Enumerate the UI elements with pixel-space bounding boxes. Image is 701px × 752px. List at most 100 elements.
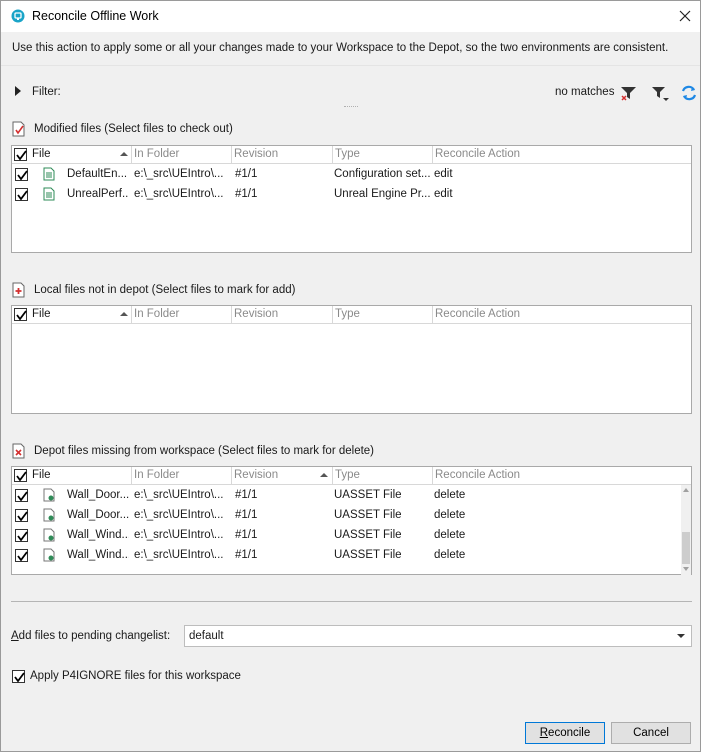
file-type: UASSET File (334, 489, 402, 501)
file-name: Wall_Door... (67, 489, 129, 501)
row-checkbox[interactable] (15, 489, 28, 502)
col-type[interactable]: Type (332, 467, 432, 485)
revision: #1/1 (235, 529, 258, 541)
filter-label[interactable]: Filter: (32, 86, 61, 98)
table-row[interactable]: Wall_Wind... e:\_src\UEIntro\... #1/1 UA… (12, 526, 682, 546)
row-checkbox[interactable] (15, 509, 28, 522)
splitter-grip[interactable] (344, 106, 358, 108)
reconcile-action: delete (434, 549, 466, 561)
local-files-table: File In Folder Revision Type Reconcile A… (11, 305, 692, 414)
select-all-checkbox[interactable] (14, 148, 27, 161)
select-all-checkbox[interactable] (14, 308, 27, 321)
clear-filter-icon[interactable] (619, 83, 639, 103)
changelist-value: default (189, 630, 224, 642)
col-revision[interactable]: Revision (231, 146, 332, 164)
missing-file-icon (43, 508, 55, 522)
delete-file-icon (12, 443, 26, 459)
edited-file-icon (43, 187, 55, 201)
col-folder[interactable]: In Folder (131, 467, 231, 485)
col-file[interactable]: File (30, 306, 132, 324)
col-revision[interactable]: Revision (231, 306, 332, 324)
file-type: Unreal Engine Pr... (334, 188, 430, 200)
missing-file-icon (43, 548, 55, 562)
add-file-icon (12, 282, 26, 298)
filter-dropdown-icon[interactable] (650, 83, 670, 103)
col-type[interactable]: Type (332, 146, 432, 164)
file-type: UASSET File (334, 509, 402, 521)
window-title: Reconcile Offline Work (32, 9, 159, 23)
col-file[interactable]: File (30, 467, 132, 485)
col-reconcile-action[interactable]: Reconcile Action (432, 306, 691, 324)
file-name: Wall_Wind... (67, 549, 129, 561)
filter-status: no matches (555, 86, 615, 98)
changelist-label-text: dd files to pending changelist: (18, 630, 171, 642)
col-reconcile-action[interactable]: Reconcile Action (432, 467, 681, 485)
changelist-label: Add files to pending changelist: (11, 630, 170, 642)
col-reconcile-action[interactable]: Reconcile Action (432, 146, 691, 164)
file-name: Wall_Wind... (67, 529, 129, 541)
table-header: File In Folder Revision Type Reconcile A… (12, 146, 691, 164)
chevron-down-icon[interactable] (677, 634, 685, 638)
refresh-icon[interactable] (679, 83, 699, 103)
sort-asc-icon (120, 152, 128, 156)
sort-asc-icon (120, 312, 128, 316)
row-checkbox[interactable] (15, 529, 28, 542)
file-type: Configuration set... (334, 168, 430, 180)
close-icon[interactable] (673, 5, 697, 27)
modified-files-heading: Modified files (Select files to check ou… (34, 123, 233, 135)
scroll-thumb[interactable] (682, 532, 690, 564)
table-header: File In Folder Revision Type Reconcile A… (12, 306, 691, 324)
cancel-button[interactable]: Cancel (611, 722, 691, 744)
p4v-app-icon (11, 9, 25, 23)
reconcile-action: delete (434, 489, 466, 501)
divider (11, 601, 692, 602)
scroll-up-icon[interactable] (683, 488, 689, 492)
reconcile-action: delete (434, 529, 466, 541)
col-type[interactable]: Type (332, 306, 432, 324)
table-row[interactable]: DefaultEn... e:\_src\UEIntro\... #1/1 Co… (12, 165, 682, 185)
folder-path: e:\_src\UEIntro\... (134, 168, 224, 180)
reconcile-label: econcile (548, 727, 591, 739)
missing-files-heading: Depot files missing from workspace (Sele… (34, 445, 375, 457)
modified-files-table: File In Folder Revision Type Reconcile A… (11, 145, 692, 253)
row-checkbox[interactable] (15, 188, 28, 201)
divider (1, 65, 700, 66)
changelist-label-mnemonic: A (11, 630, 19, 642)
select-all-checkbox[interactable] (14, 469, 27, 482)
edited-file-icon (43, 167, 55, 181)
p4ignore-checkbox[interactable] (12, 670, 25, 683)
folder-path: e:\_src\UEIntro\... (134, 529, 224, 541)
col-folder[interactable]: In Folder (131, 146, 231, 164)
reconcile-button[interactable]: Reconcile (525, 722, 605, 744)
row-checkbox[interactable] (15, 168, 28, 181)
revision: #1/1 (235, 168, 258, 180)
p4ignore-label[interactable]: Apply P4IGNORE files for this workspace (30, 670, 241, 682)
col-revision[interactable]: Revision (231, 467, 332, 485)
folder-path: e:\_src\UEIntro\... (134, 549, 224, 561)
table-header: File In Folder Revision Type Reconcile A… (12, 467, 691, 485)
table-row[interactable]: Wall_Door... e:\_src\UEIntro\... #1/1 UA… (12, 506, 682, 526)
row-checkbox[interactable] (15, 549, 28, 562)
revision: #1/1 (235, 509, 258, 521)
reconcile-action: delete (434, 509, 466, 521)
col-folder[interactable]: In Folder (131, 306, 231, 324)
reconcile-dialog: Reconcile Offline Work Use this action t… (0, 0, 701, 752)
revision: #1/1 (235, 549, 258, 561)
missing-files-table: File In Folder Revision Type Reconcile A… (11, 466, 692, 575)
table-row[interactable]: Wall_Wind... e:\_src\UEIntro\... #1/1 UA… (12, 546, 682, 566)
filter-bar: Filter: no matches (1, 81, 700, 105)
table-row[interactable]: UnrealPerf... e:\_src\UEIntro\... #1/1 U… (12, 185, 682, 205)
file-name: DefaultEn... (67, 168, 128, 180)
changelist-dropdown[interactable]: default (184, 625, 692, 647)
file-name: UnrealPerf... (67, 188, 129, 200)
reconcile-action: edit (434, 168, 453, 180)
col-file[interactable]: File (30, 146, 132, 164)
table-row[interactable]: Wall_Door... e:\_src\UEIntro\... #1/1 UA… (12, 486, 682, 506)
scroll-down-icon[interactable] (683, 567, 689, 571)
checkout-file-icon (12, 121, 26, 137)
folder-path: e:\_src\UEIntro\... (134, 188, 224, 200)
expand-filter-icon[interactable] (15, 86, 21, 96)
vertical-scrollbar[interactable] (681, 485, 691, 575)
title-bar: Reconcile Offline Work (1, 1, 700, 32)
missing-file-icon (43, 528, 55, 542)
